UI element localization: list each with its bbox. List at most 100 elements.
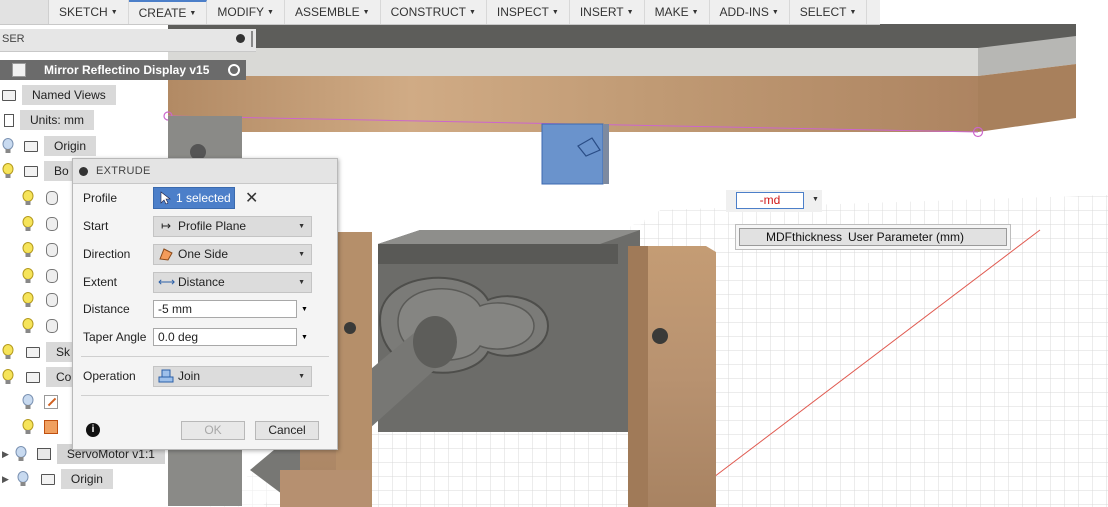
menu-construct[interactable]: CONSTRUCT ▼ (381, 0, 487, 24)
panel-splitter[interactable] (251, 31, 253, 47)
info-icon[interactable]: i (86, 423, 100, 437)
chevron-right-icon[interactable]: ▶ (2, 474, 9, 485)
component-icon (36, 448, 51, 460)
browser-root-row[interactable]: Mirror Reflectino Display v15 (0, 60, 246, 80)
clear-selection-icon[interactable]: ✕ (245, 188, 258, 208)
viewport-canvas[interactable]: SKETCH ▼ CREATE ▼ MODIFY ▼ ASSEMBLE ▼ CONSTR… (0, 0, 1108, 507)
browser-sketches[interactable]: Sk (0, 342, 75, 362)
body-row[interactable] (22, 316, 58, 336)
visibility-bulb-icon[interactable] (2, 138, 14, 154)
operation-label: Operation (83, 369, 136, 383)
parameter-suggestion-list: MDFthickness User Parameter (mm) (735, 224, 1011, 250)
body-icon (46, 269, 58, 283)
browser-servo-origin[interactable]: ▶ Origin (0, 469, 113, 489)
visibility-bulb-icon[interactable] (2, 163, 14, 179)
dialog-divider (81, 356, 329, 357)
document-icon (4, 113, 14, 127)
profile-plane-icon: ↦ (160, 219, 172, 233)
body-row[interactable] (22, 240, 58, 260)
caret-down-icon[interactable]: ▼ (301, 306, 308, 313)
visibility-bulb-icon[interactable] (2, 369, 14, 385)
join-icon (158, 369, 174, 383)
menu-select[interactable]: SELECT ▼ (790, 0, 868, 24)
visibility-bulb-icon[interactable] (22, 292, 34, 308)
start-value: Profile Plane (178, 219, 247, 233)
sketch-row[interactable] (22, 417, 58, 437)
extrude-dialog-titlebar[interactable]: EXTRUDE (73, 159, 337, 184)
caret-down-icon[interactable]: ▼ (301, 334, 308, 341)
body-icon (46, 191, 58, 205)
visibility-bulb-icon[interactable] (22, 318, 34, 334)
root-component-label: Mirror Reflectino Display v15 (44, 63, 210, 77)
browser-units[interactable]: Units: mm (0, 110, 94, 130)
visibility-bulb-icon[interactable] (22, 242, 34, 258)
body-row[interactable] (22, 266, 58, 286)
browser-named-views[interactable]: Named Views (0, 85, 116, 105)
caret-down-icon: ▼ (468, 8, 476, 16)
inline-distance-widget: -md ▼ (726, 190, 822, 212)
menu-modify[interactable]: MODIFY ▼ (207, 0, 285, 24)
inline-distance-input[interactable]: -md (736, 192, 804, 209)
caret-down-icon[interactable]: ▼ (812, 196, 819, 203)
body-row[interactable] (22, 290, 58, 310)
visibility-bulb-icon[interactable] (22, 268, 34, 284)
components-label: Co (46, 367, 76, 387)
profile-selection-button[interactable]: 1 selected (153, 187, 235, 209)
menu-sketch[interactable]: SKETCH ▼ (49, 0, 129, 24)
menu-create[interactable]: CREATE ▼ (128, 0, 208, 24)
visibility-bulb-icon[interactable] (17, 471, 29, 487)
direction-dropdown[interactable]: One Side ▼ (153, 243, 312, 265)
suggestion-item-mdfthickness[interactable]: MDFthickness User Parameter (mm) (739, 228, 1007, 246)
bodies-label: Bo (44, 161, 73, 181)
named-views-label: Named Views (22, 85, 116, 105)
origin-label: Origin (44, 136, 97, 156)
browser-origin[interactable]: Origin (0, 136, 97, 156)
distance-input[interactable]: -5 mm (153, 300, 297, 318)
suggestion-type: User Parameter (mm) (848, 230, 965, 244)
menu-insert[interactable]: INSERT ▼ (570, 0, 645, 24)
body-icon (46, 293, 58, 307)
direction-row: Direction One Side ▼ (73, 241, 337, 267)
visibility-bulb-icon[interactable] (22, 419, 34, 435)
menu-make[interactable]: MAKE ▼ (645, 0, 710, 24)
main-toolbar: SKETCH ▼ CREATE ▼ MODIFY ▼ ASSEMBLE ▼ CONSTR… (0, 0, 880, 25)
body-row[interactable] (22, 214, 58, 234)
menu-assemble[interactable]: ASSEMBLE ▼ (285, 0, 381, 24)
browser-header: SER (0, 29, 256, 52)
taper-angle-input[interactable]: 0.0 deg (153, 328, 297, 346)
sketch-icon (44, 395, 58, 409)
body-icon (46, 243, 58, 257)
extrude-dialog: EXTRUDE Profile 1 selected ✕ Start ↦ Pro… (72, 158, 338, 450)
folder-icon (24, 165, 38, 177)
browser-components[interactable]: Co (0, 367, 76, 387)
activate-radio-icon[interactable] (228, 64, 240, 76)
dialog-divider (81, 395, 329, 396)
extent-dropdown[interactable]: ⟷ Distance ▼ (153, 271, 312, 293)
cancel-button[interactable]: Cancel (255, 421, 319, 440)
collapse-panel-icon[interactable] (236, 34, 245, 43)
visibility-bulb-icon[interactable] (22, 216, 34, 232)
caret-down-icon: ▼ (551, 8, 559, 16)
visibility-bulb-icon[interactable] (22, 190, 34, 206)
visibility-bulb-icon[interactable] (15, 446, 27, 462)
start-dropdown[interactable]: ↦ Profile Plane ▼ (153, 215, 312, 237)
taper-label: Taper Angle (83, 330, 147, 344)
distance-row: Distance -5 mm ▼ (73, 296, 337, 322)
visibility-bulb-icon[interactable] (22, 394, 34, 410)
menu-inspect[interactable]: INSPECT ▼ (487, 0, 570, 24)
ok-button[interactable]: OK (181, 421, 245, 440)
suggestion-name: MDFthickness (766, 230, 843, 244)
visibility-bulb-icon[interactable] (2, 344, 14, 360)
servo-origin-label: Origin (60, 469, 113, 489)
folder-icon (24, 140, 38, 152)
one-side-icon (159, 248, 173, 261)
body-row[interactable] (22, 188, 58, 208)
collapse-dialog-icon[interactable] (79, 166, 88, 176)
browser-bodies[interactable]: Bo (0, 161, 73, 181)
caret-down-icon: ▼ (298, 250, 305, 258)
sketch-row[interactable] (22, 392, 58, 412)
extent-row: Extent ⟷ Distance ▼ (73, 269, 337, 295)
operation-dropdown[interactable]: Join ▼ (153, 365, 312, 387)
menu-add-ins[interactable]: ADD-INS ▼ (710, 0, 790, 24)
chevron-right-icon[interactable]: ▶ (2, 449, 9, 460)
